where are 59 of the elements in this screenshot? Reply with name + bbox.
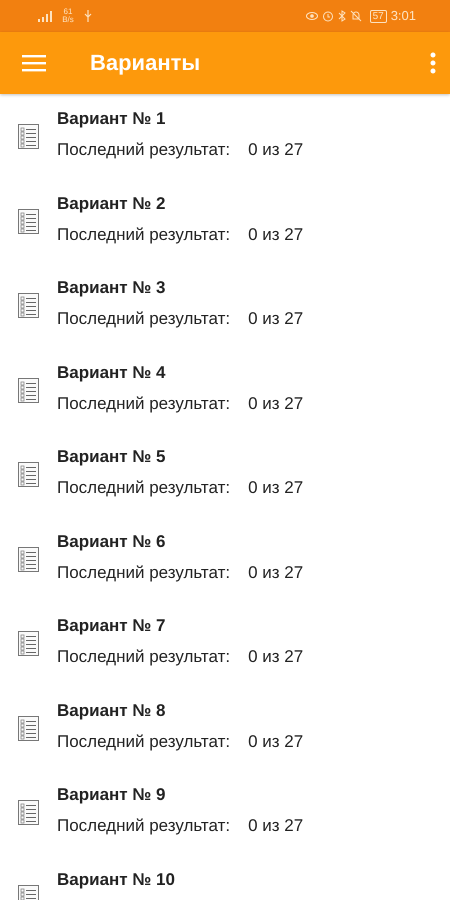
clock: 3:01: [390, 7, 416, 26]
variant-title: Вариант № 8: [57, 700, 166, 720]
result-value: 0 из 27: [248, 394, 304, 414]
more-options-button[interactable]: [430, 52, 436, 74]
result-value: 0 из 27: [248, 478, 304, 498]
result-value: 0 из 27: [248, 224, 304, 244]
variant-title: Вариант № 1: [57, 109, 166, 129]
result-value: 0 из 27: [248, 816, 304, 836]
network-speed: 61 B/s: [61, 8, 75, 24]
screen-title: Варианты: [90, 50, 202, 76]
result-label: Последний результат:: [57, 732, 230, 752]
variant-item[interactable]: Вариант № 10: [0, 854, 450, 900]
result-value: 0 из 27: [248, 309, 304, 329]
checklist-icon: [18, 462, 39, 487]
checklist-icon: [18, 124, 39, 149]
result-label: Последний результат:: [57, 394, 230, 414]
result-label: Последний результат:: [57, 647, 230, 667]
variant-title: Вариант № 7: [57, 616, 166, 636]
variant-item[interactable]: Вариант № 8 Последний результат: 0 из 27: [0, 686, 450, 770]
battery-icon: 57: [370, 10, 387, 22]
variant-title: Вариант № 3: [57, 278, 166, 298]
variant-item[interactable]: Вариант № 6 Последний результат: 0 из 27: [0, 516, 450, 601]
variant-title: Вариант № 2: [57, 194, 166, 214]
variant-item[interactable]: Вариант № 4 Последний результат: 0 из 27: [0, 348, 450, 432]
eye-icon: [306, 11, 318, 21]
variant-item[interactable]: Вариант № 7 Последний результат: 0 из 27: [0, 601, 450, 686]
checklist-icon: [18, 800, 39, 825]
variant-item[interactable]: Вариант № 9 Последний результат: 0 из 27: [0, 770, 450, 854]
variant-title: Вариант № 5: [57, 447, 166, 467]
result-label: Последний результат:: [57, 816, 230, 836]
variant-title: Вариант № 9: [57, 785, 166, 805]
result-value: 0 из 27: [248, 140, 304, 160]
variant-title: Вариант № 10: [57, 870, 176, 890]
bell-off-icon: [350, 10, 362, 22]
checklist-icon: [18, 631, 39, 656]
result-label: Последний результат:: [57, 562, 230, 582]
result-label: Последний результат:: [57, 309, 230, 329]
checklist-icon: [18, 546, 39, 572]
variant-title: Вариант № 6: [57, 532, 166, 552]
variant-item[interactable]: Вариант № 3 Последний результат: 0 из 27: [0, 263, 450, 348]
signal-icon: [36, 10, 52, 22]
bluetooth-icon: [338, 10, 346, 22]
result-value: 0 из 27: [248, 562, 304, 582]
result-label: Последний результат:: [57, 140, 230, 160]
checklist-icon: [18, 293, 39, 318]
result-label: Последний результат:: [57, 478, 230, 498]
result-label: Последний результат:: [57, 224, 230, 244]
usb-icon: [84, 10, 92, 22]
menu-button[interactable]: [22, 54, 46, 72]
checklist-icon: [18, 208, 39, 234]
alarm-icon: [322, 10, 334, 22]
variant-item[interactable]: Вариант № 2 Последний результат: 0 из 27: [0, 178, 450, 263]
result-value: 0 из 27: [248, 732, 304, 752]
variant-item[interactable]: Вариант № 5 Последний результат: 0 из 27: [0, 432, 450, 516]
result-value: 0 из 27: [248, 647, 304, 667]
checklist-icon: [18, 378, 39, 402]
checklist-icon: [18, 716, 39, 740]
variant-title: Вариант № 4: [57, 362, 166, 382]
variant-item[interactable]: Вариант № 1 Последний результат: 0 из 27: [0, 94, 450, 178]
